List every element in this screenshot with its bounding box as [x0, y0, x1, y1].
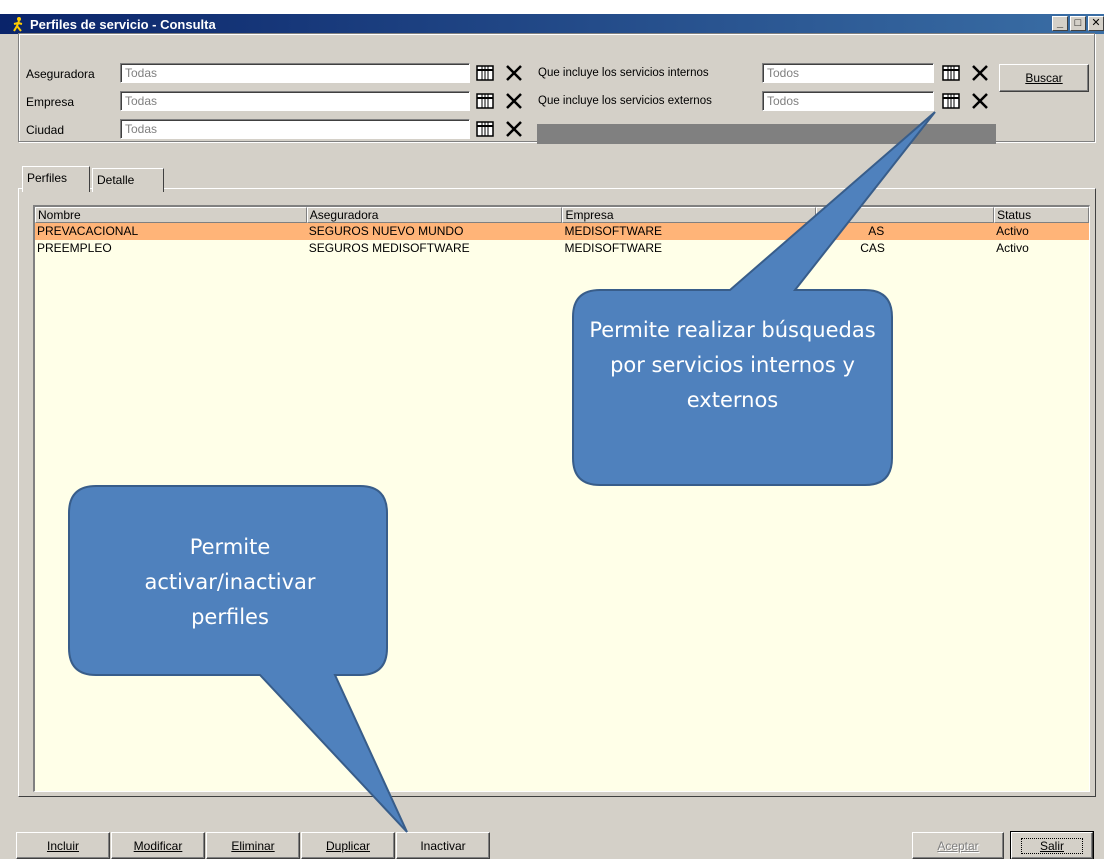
column-header-empresa[interactable]: Empresa: [562, 207, 817, 223]
aseguradora-lookup-button[interactable]: [475, 63, 495, 83]
app-icon: [13, 17, 23, 32]
cell-status: Activo: [996, 224, 1029, 238]
table-row[interactable]: PREVACACIONAL SEGUROS NUEVO MUNDO MEDISO…: [35, 223, 1089, 240]
aseguradora-label: Aseguradora: [26, 67, 95, 81]
servicios-externos-label: Que incluye los servicios externos: [538, 95, 712, 107]
empresa-label: Empresa: [26, 95, 75, 109]
cell-nombre: PREVACACIONAL: [37, 224, 139, 238]
empresa-lookup-button[interactable]: [475, 91, 495, 111]
title-bar[interactable]: Perfiles de servicio - Consulta _ □ ✕: [0, 14, 1104, 34]
clear-x-icon: [972, 65, 988, 81]
servicios-internos-lookup-button[interactable]: [941, 63, 961, 83]
grid-icon: [476, 93, 494, 109]
aceptar-button[interactable]: Aceptar: [912, 832, 1004, 859]
close-icon: ✕: [1091, 17, 1101, 29]
activate-callout-text: Permite activar/inactivar perfiles: [144, 535, 316, 629]
search-callout-text: Permite realizar búsquedas por servicios…: [589, 318, 876, 412]
modificar-button[interactable]: Modificar: [111, 832, 205, 859]
maximize-icon: □: [1074, 17, 1082, 29]
column-header-ciudad[interactable]: Ci: [816, 207, 995, 223]
cell-ciudad: CAS: [860, 241, 885, 255]
tab-perfiles-label: Perfiles: [27, 171, 68, 185]
incluir-button-label: Incluir: [46, 838, 79, 853]
column-header-status[interactable]: Status: [994, 207, 1089, 223]
ciudad-field[interactable]: Todas: [120, 119, 470, 139]
grid-header: Nombre Aseguradora Empresa Ci Status: [35, 207, 1089, 223]
maximize-button[interactable]: □: [1070, 16, 1086, 31]
buscar-button-label: Buscar: [1025, 71, 1063, 85]
cell-status: Activo: [996, 241, 1029, 255]
eliminar-button-label: Eliminar: [231, 838, 275, 853]
cell-empresa: MEDISOFTWARE: [564, 241, 663, 255]
grid-icon: [476, 65, 494, 81]
salir-button[interactable]: Salir: [1010, 831, 1094, 859]
grid-icon: [476, 121, 494, 137]
ciudad-lookup-button[interactable]: [475, 119, 495, 139]
cell-empresa: MEDISOFTWARE: [564, 224, 663, 238]
duplicar-button[interactable]: Duplicar: [301, 832, 395, 859]
servicios-internos-label: Que incluye los servicios internos: [538, 67, 709, 79]
profiles-grid[interactable]: Nombre Aseguradora Empresa Ci Status PRE…: [33, 205, 1090, 792]
column-header-aseguradora[interactable]: Aseguradora: [306, 207, 563, 223]
window-title: Perfiles de servicio - Consulta: [30, 16, 216, 32]
minimize-button[interactable]: _: [1052, 16, 1068, 31]
empresa-clear-button[interactable]: [504, 91, 524, 111]
tab-detalle[interactable]: Detalle: [92, 168, 164, 192]
servicios-internos-field[interactable]: Todos: [762, 63, 934, 83]
cell-aseguradora: SEGUROS NUEVO MUNDO: [308, 224, 464, 238]
tab-detalle-label: Detalle: [97, 173, 135, 187]
ciudad-label: Ciudad: [26, 123, 65, 137]
minimize-icon: _: [1056, 17, 1064, 29]
cell-ciudad: AS: [868, 224, 885, 238]
inactivar-button-label: Inactivar: [420, 838, 466, 853]
grid-icon: [942, 93, 960, 109]
cell-nombre: PREEMPLEO: [37, 241, 112, 255]
duplicar-button-label: Duplicar: [325, 838, 370, 853]
empresa-field[interactable]: Todas: [120, 91, 470, 111]
servicios-externos-clear-button[interactable]: [970, 91, 990, 111]
buscar-button[interactable]: Buscar: [999, 64, 1089, 92]
aceptar-button-label: Aceptar: [937, 838, 979, 853]
table-row[interactable]: PREEMPLEO SEGUROS MEDISOFTWARE MEDISOFTW…: [35, 240, 1089, 257]
clear-x-icon: [506, 65, 522, 81]
clear-x-icon: [506, 121, 522, 137]
servicios-internos-clear-button[interactable]: [970, 63, 990, 83]
modificar-button-label: Modificar: [133, 838, 183, 853]
incluir-button[interactable]: Incluir: [16, 832, 110, 859]
column-header-nombre[interactable]: Nombre: [35, 207, 307, 223]
clear-x-icon: [506, 93, 522, 109]
ciudad-clear-button[interactable]: [504, 119, 524, 139]
aseguradora-field[interactable]: Todas: [120, 63, 470, 83]
aseguradora-clear-button[interactable]: [504, 63, 524, 83]
tab-perfiles[interactable]: Perfiles: [22, 166, 90, 192]
eliminar-button[interactable]: Eliminar: [206, 832, 300, 859]
inactivar-button[interactable]: Inactivar: [396, 832, 490, 859]
clear-x-icon: [972, 93, 988, 109]
close-button[interactable]: ✕: [1088, 16, 1104, 31]
salir-button-label: Salir: [1020, 837, 1083, 854]
servicios-externos-lookup-button[interactable]: [941, 91, 961, 111]
grid-icon: [942, 65, 960, 81]
servicios-externos-field[interactable]: Todos: [762, 91, 934, 111]
progress-bar: [537, 124, 996, 144]
cell-aseguradora: SEGUROS MEDISOFTWARE: [308, 241, 470, 255]
